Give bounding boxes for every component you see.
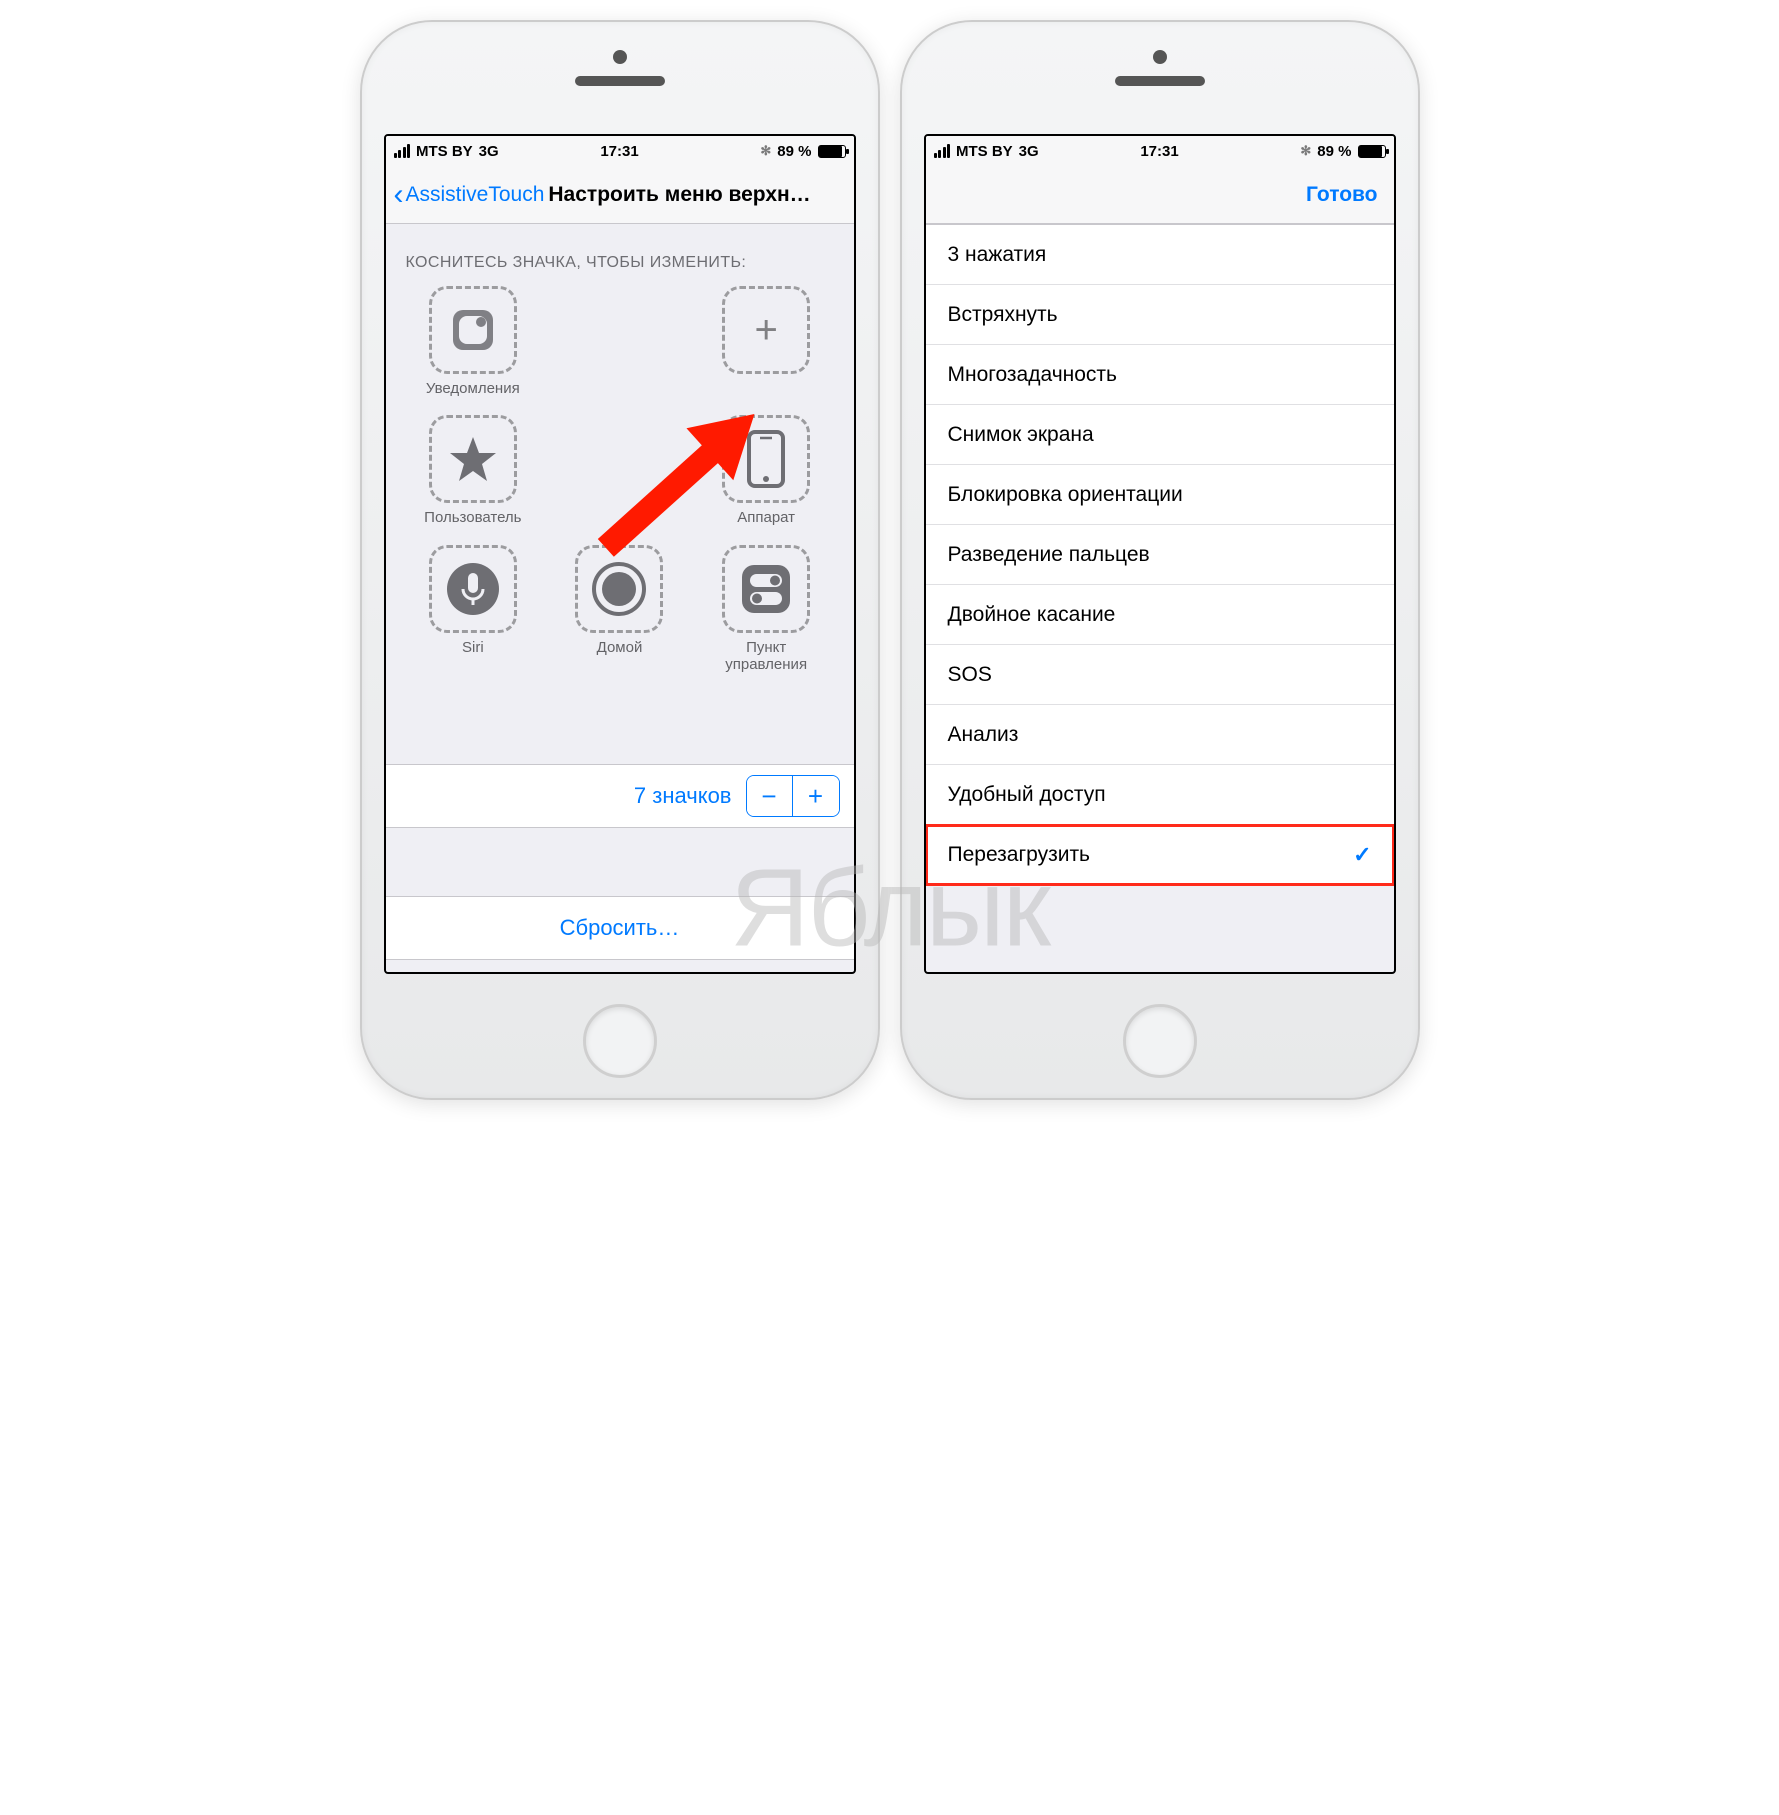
list-item[interactable]: Встряхнуть <box>926 285 1394 345</box>
section-header: КОСНИТЕСЬ ЗНАЧКА, ЧТОБЫ ИЗМЕНИТЬ: <box>386 224 854 286</box>
home-icon <box>589 559 649 619</box>
list-item[interactable]: Двойное касание <box>926 585 1394 645</box>
device-camera <box>613 50 627 64</box>
control-center-icon <box>736 559 796 619</box>
done-button[interactable]: Готово <box>1306 183 1377 207</box>
reset-button[interactable]: Сбросить… <box>386 896 854 960</box>
list-item-label: Блокировка ориентации <box>948 483 1183 507</box>
list-item-label: Многозадачность <box>948 363 1117 387</box>
list-item[interactable]: Анализ <box>926 705 1394 765</box>
list-item-label: Перезагрузить <box>948 843 1091 867</box>
checkmark-icon: ✓ <box>1353 842 1371 868</box>
battery-pct-label: 89 % <box>777 143 811 160</box>
device-speaker <box>1115 76 1205 86</box>
icon-cell-user[interactable]: Пользователь <box>413 415 533 526</box>
back-label: AssistiveTouch <box>406 183 545 207</box>
icon-count-row: 7 значков − + <box>386 764 854 828</box>
page-title: Настроить меню верхн… <box>548 183 845 207</box>
clock-label: 17:31 <box>1140 143 1178 160</box>
icon-label: Аппарат <box>737 509 795 526</box>
phone-mock-left: MTS BY 3G 17:31 ✻ 89 % ‹ AssistiveTouch … <box>360 20 880 1100</box>
nav-bar: Готово <box>926 166 1394 224</box>
icon-label: Домой <box>597 639 643 656</box>
action-list: 3 нажатия Встряхнуть Многозадачность Снимок… <box>926 224 1394 885</box>
network-label: 3G <box>1019 143 1039 160</box>
list-item[interactable]: SOS <box>926 645 1394 705</box>
icon-label: Пользователь <box>424 509 521 526</box>
nav-bar: ‹ AssistiveTouch Настроить меню верхн… <box>386 166 854 224</box>
device-camera <box>1153 50 1167 64</box>
list-item[interactable]: Снимок экрана <box>926 405 1394 465</box>
battery-icon <box>1358 145 1386 158</box>
list-item[interactable]: 3 нажатия <box>926 225 1394 285</box>
battery-icon <box>818 145 846 158</box>
list-item-label: Удобный доступ <box>948 783 1106 807</box>
list-item[interactable]: Блокировка ориентации <box>926 465 1394 525</box>
list-item-label: SOS <box>948 663 992 687</box>
reset-label: Сбросить… <box>560 915 680 941</box>
icon-cell-siri[interactable]: Siri <box>413 545 533 674</box>
carrier-label: MTS BY <box>416 143 473 160</box>
home-button-hardware[interactable] <box>583 1004 657 1078</box>
plus-icon: + <box>754 308 777 353</box>
screen-left: MTS BY 3G 17:31 ✻ 89 % ‹ AssistiveTouch … <box>384 134 856 974</box>
icon-cell-device[interactable]: Аппарат <box>706 415 826 526</box>
bluetooth-icon: ✻ <box>760 143 771 159</box>
icon-count-stepper: − + <box>746 775 840 817</box>
status-bar: MTS BY 3G 17:31 ✻ 89 % <box>926 136 1394 166</box>
icon-cell-home[interactable]: Домой <box>559 545 679 674</box>
back-button[interactable]: ‹ AssistiveTouch <box>394 183 545 207</box>
stepper-minus-button[interactable]: − <box>747 776 793 816</box>
star-icon <box>447 433 499 485</box>
list-item[interactable]: Многозадачность <box>926 345 1394 405</box>
network-label: 3G <box>479 143 499 160</box>
phone-mock-right: MTS BY 3G 17:31 ✻ 89 % Готово 3 нажатия В… <box>900 20 1420 1100</box>
list-item-label: Двойное касание <box>948 603 1116 627</box>
device-speaker <box>575 76 665 86</box>
list-item[interactable]: Перезагрузить ✓ <box>926 825 1394 885</box>
icon-count-label: 7 значков <box>634 783 732 809</box>
list-item[interactable]: Удобный доступ <box>926 765 1394 825</box>
list-item[interactable]: Разведение пальцев <box>926 525 1394 585</box>
list-item-label: 3 нажатия <box>948 243 1047 267</box>
stepper-plus-button[interactable]: + <box>793 776 839 816</box>
screen-right: MTS BY 3G 17:31 ✻ 89 % Готово 3 нажатия В… <box>924 134 1396 974</box>
bluetooth-icon: ✻ <box>1300 143 1311 159</box>
siri-icon <box>443 559 503 619</box>
icon-label: Уведомления <box>426 380 520 397</box>
home-button-hardware[interactable] <box>1123 1004 1197 1078</box>
clock-label: 17:31 <box>600 143 638 160</box>
icon-grid: Уведомления + Пользователь <box>386 286 854 683</box>
list-item-label: Разведение пальцев <box>948 543 1150 567</box>
list-item-label: Встряхнуть <box>948 303 1058 327</box>
battery-pct-label: 89 % <box>1317 143 1351 160</box>
icon-cell-empty[interactable]: + <box>706 286 826 397</box>
signal-icon <box>394 144 411 158</box>
icon-label: Siri <box>462 639 484 656</box>
list-item-label: Снимок экрана <box>948 423 1094 447</box>
signal-icon <box>934 144 951 158</box>
icon-label: Пункт управления <box>706 639 826 674</box>
status-bar: MTS BY 3G 17:31 ✻ 89 % <box>386 136 854 166</box>
icon-cell-control-center[interactable]: Пункт управления <box>706 545 826 674</box>
list-item-label: Анализ <box>948 723 1019 747</box>
carrier-label: MTS BY <box>956 143 1013 160</box>
icon-cell-notifications[interactable]: Уведомления <box>413 286 533 397</box>
notification-center-icon <box>443 300 503 360</box>
device-icon <box>747 430 785 488</box>
